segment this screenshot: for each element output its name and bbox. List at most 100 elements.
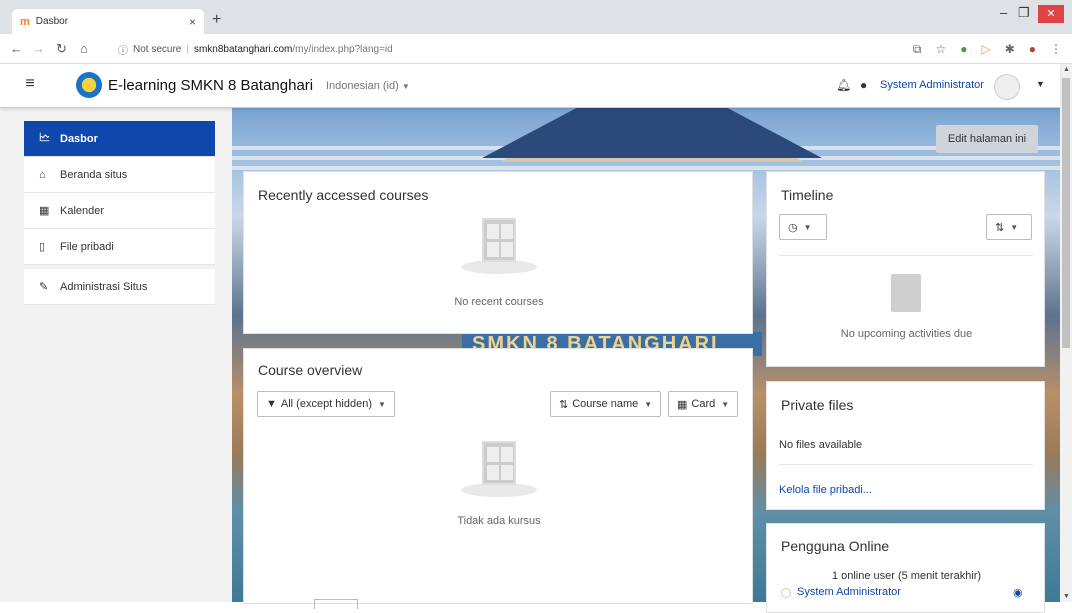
no-courses-icon: [461, 441, 537, 497]
empty-message: No files available: [779, 439, 863, 451]
tab-close-icon[interactable]: ×: [189, 15, 196, 29]
empty-message: No recent courses: [454, 296, 544, 308]
browser-tabbar: m Dasbor × + – ❐ ✕: [0, 0, 1072, 34]
grid-icon: ▦: [677, 398, 688, 411]
file-icon: ▯: [39, 241, 46, 253]
puzzle-icon[interactable]: ✱: [1005, 42, 1015, 57]
chevron-down-icon: ▼: [644, 399, 653, 409]
block-title: Recently accessed courses: [258, 187, 429, 203]
block-title: Course overview: [258, 362, 363, 378]
online-user-link[interactable]: System Administrator: [797, 586, 901, 598]
block-title: Timeline: [781, 187, 834, 203]
scroll-down-icon[interactable]: ▼: [1063, 593, 1070, 600]
empty-message: Tidak ada kursus: [457, 515, 541, 527]
timeline-block: Timeline ◷ ▼ ⇅ ▼ No upcoming activities …: [766, 171, 1045, 367]
url-field[interactable]: ⓘ Not secure | smkn8batanghari.com /my/i…: [118, 40, 468, 58]
drawer-item-label: Administrasi Situs: [60, 280, 148, 293]
security-label: Not secure: [133, 43, 182, 55]
message-icon[interactable]: ●: [860, 78, 867, 92]
manage-files-link[interactable]: Kelola file pribadi...: [779, 484, 872, 496]
language-menu[interactable]: Indonesian ‎(id)‎ ▼: [326, 80, 410, 92]
drawer-item-kalender[interactable]: ▦ Kalender: [24, 193, 215, 229]
view-label: Card: [691, 398, 716, 410]
private-files-block: Private files No files available Kelola …: [766, 381, 1045, 510]
avatar[interactable]: [994, 74, 1020, 100]
block-title: Pengguna Online: [781, 538, 890, 554]
browser-tab[interactable]: m Dasbor ×: [12, 9, 204, 34]
filter-label: All (except hidden): [280, 398, 372, 410]
info-icon[interactable]: ⓘ: [118, 42, 128, 57]
site-navbar: ≡ E-learning SMKN 8 Batanghari Indonesia…: [0, 64, 1060, 108]
course-overview-block: Course overview ▼ All (except hidden) ▼ …: [243, 348, 753, 609]
extension-icon[interactable]: ●: [960, 42, 967, 57]
chevron-down-icon[interactable]: ▼: [1036, 79, 1045, 89]
block-title: Private files: [781, 397, 854, 413]
drawer-item-dasbor[interactable]: 🗠 Dasbor: [24, 121, 215, 157]
site-name[interactable]: E-learning SMKN 8 Batanghari: [108, 77, 313, 94]
drawer-item-label: Dasbor: [60, 132, 98, 145]
edit-page-button[interactable]: Edit halaman ini: [936, 125, 1038, 153]
sort-icon: ⇅: [559, 398, 569, 411]
extension-icon[interactable]: ▷: [981, 42, 990, 57]
drawer-item-administrasi[interactable]: ✎ Administrasi Situs: [24, 269, 215, 305]
drawer-item-label: File pribadi: [60, 240, 114, 253]
view-dropdown[interactable]: ▦ Card ▼: [668, 391, 739, 417]
filter-dropdown[interactable]: ▼ All (except hidden) ▼: [257, 391, 395, 417]
chevron-down-icon: ▼: [803, 222, 812, 232]
extension-bar: ⧉ ☆ ● ▷ ✱ ● ⋮: [913, 42, 1062, 57]
hamburger-menu-icon[interactable]: ≡: [18, 75, 42, 97]
wrench-icon: ✎: [39, 281, 49, 293]
window-close-button[interactable]: ✕: [1038, 5, 1064, 23]
url-host: smkn8batanghari.com: [193, 43, 293, 55]
page-scrollbar[interactable]: ▲ ▼: [1060, 64, 1072, 602]
online-users-block: Pengguna Online 1 online user (5 menit t…: [766, 523, 1045, 613]
drawer-item-label: Beranda situs: [60, 168, 128, 181]
sort-icon: ⇅: [995, 221, 1005, 234]
language-label: Indonesian ‎(id)‎: [326, 80, 399, 92]
chevron-down-icon: ▼: [721, 399, 730, 409]
timeline-day-filter[interactable]: ◷ ▼: [779, 214, 827, 240]
drawer-item-beranda[interactable]: ⌂ Beranda situs: [24, 157, 215, 193]
chevron-down-icon: ▼: [1010, 222, 1019, 232]
home-icon: ⌂: [39, 168, 46, 181]
scrollbar-thumb[interactable]: [1062, 78, 1070, 348]
avatar: [781, 588, 791, 598]
maximize-button[interactable]: ❐: [1018, 5, 1030, 21]
address-bar: ← → ↻ ⌂ ⓘ Not secure | smkn8batanghari.c…: [0, 34, 1072, 64]
filter-icon: ▼: [266, 398, 277, 410]
forward-arrow-icon[interactable]: →: [32, 41, 45, 56]
chevron-down-icon: ▼: [378, 399, 386, 409]
scroll-up-icon[interactable]: ▲: [1063, 66, 1070, 73]
no-courses-icon: [461, 218, 537, 274]
translate-icon[interactable]: ⧉: [913, 42, 922, 57]
moodle-favicon-icon: m: [20, 15, 30, 28]
tab-title: Dasbor: [35, 16, 69, 27]
new-tab-button[interactable]: +: [212, 11, 221, 29]
empty-message: No upcoming activities due: [840, 328, 973, 340]
timeline-sort[interactable]: ⇅ ▼: [986, 214, 1032, 240]
eye-icon[interactable]: ◉: [1013, 586, 1023, 599]
dashboard-icon: 🗠: [39, 132, 51, 144]
sort-dropdown[interactable]: ⇅ Course name ▼: [550, 391, 662, 417]
bookmark-star-icon[interactable]: ☆: [935, 42, 946, 57]
calendar-icon: ▦: [39, 205, 50, 217]
online-summary: 1 online user (5 menit terakhir): [831, 570, 982, 582]
sort-label: Course name: [572, 398, 639, 410]
back-arrow-icon[interactable]: ←: [10, 41, 23, 56]
recent-courses-block: Recently accessed courses No recent cour…: [243, 171, 753, 334]
calendar-list-icon: [891, 274, 921, 312]
user-menu-name[interactable]: System Administrator: [880, 79, 984, 91]
site-logo[interactable]: [76, 72, 102, 98]
menu-dots-icon[interactable]: ⋮: [1050, 42, 1062, 57]
reload-icon[interactable]: ↻: [56, 41, 67, 57]
nav-drawer: 🗠 Dasbor ⌂ Beranda situs ▦ Kalender ▯ Fi…: [24, 121, 215, 305]
profile-icon[interactable]: ●: [1029, 42, 1036, 57]
minimize-button[interactable]: –: [1000, 5, 1007, 20]
clock-icon: ◷: [788, 221, 798, 234]
home-browser-icon[interactable]: ⌂: [80, 41, 88, 56]
notification-bell-icon[interactable]: 🔔︎: [836, 78, 851, 92]
drawer-item-file-pribadi[interactable]: ▯ File pribadi: [24, 229, 215, 265]
paging-control[interactable]: [314, 599, 358, 609]
drawer-item-label: Kalender: [60, 204, 105, 217]
url-path: /my/index.php?lang=id: [292, 43, 393, 55]
